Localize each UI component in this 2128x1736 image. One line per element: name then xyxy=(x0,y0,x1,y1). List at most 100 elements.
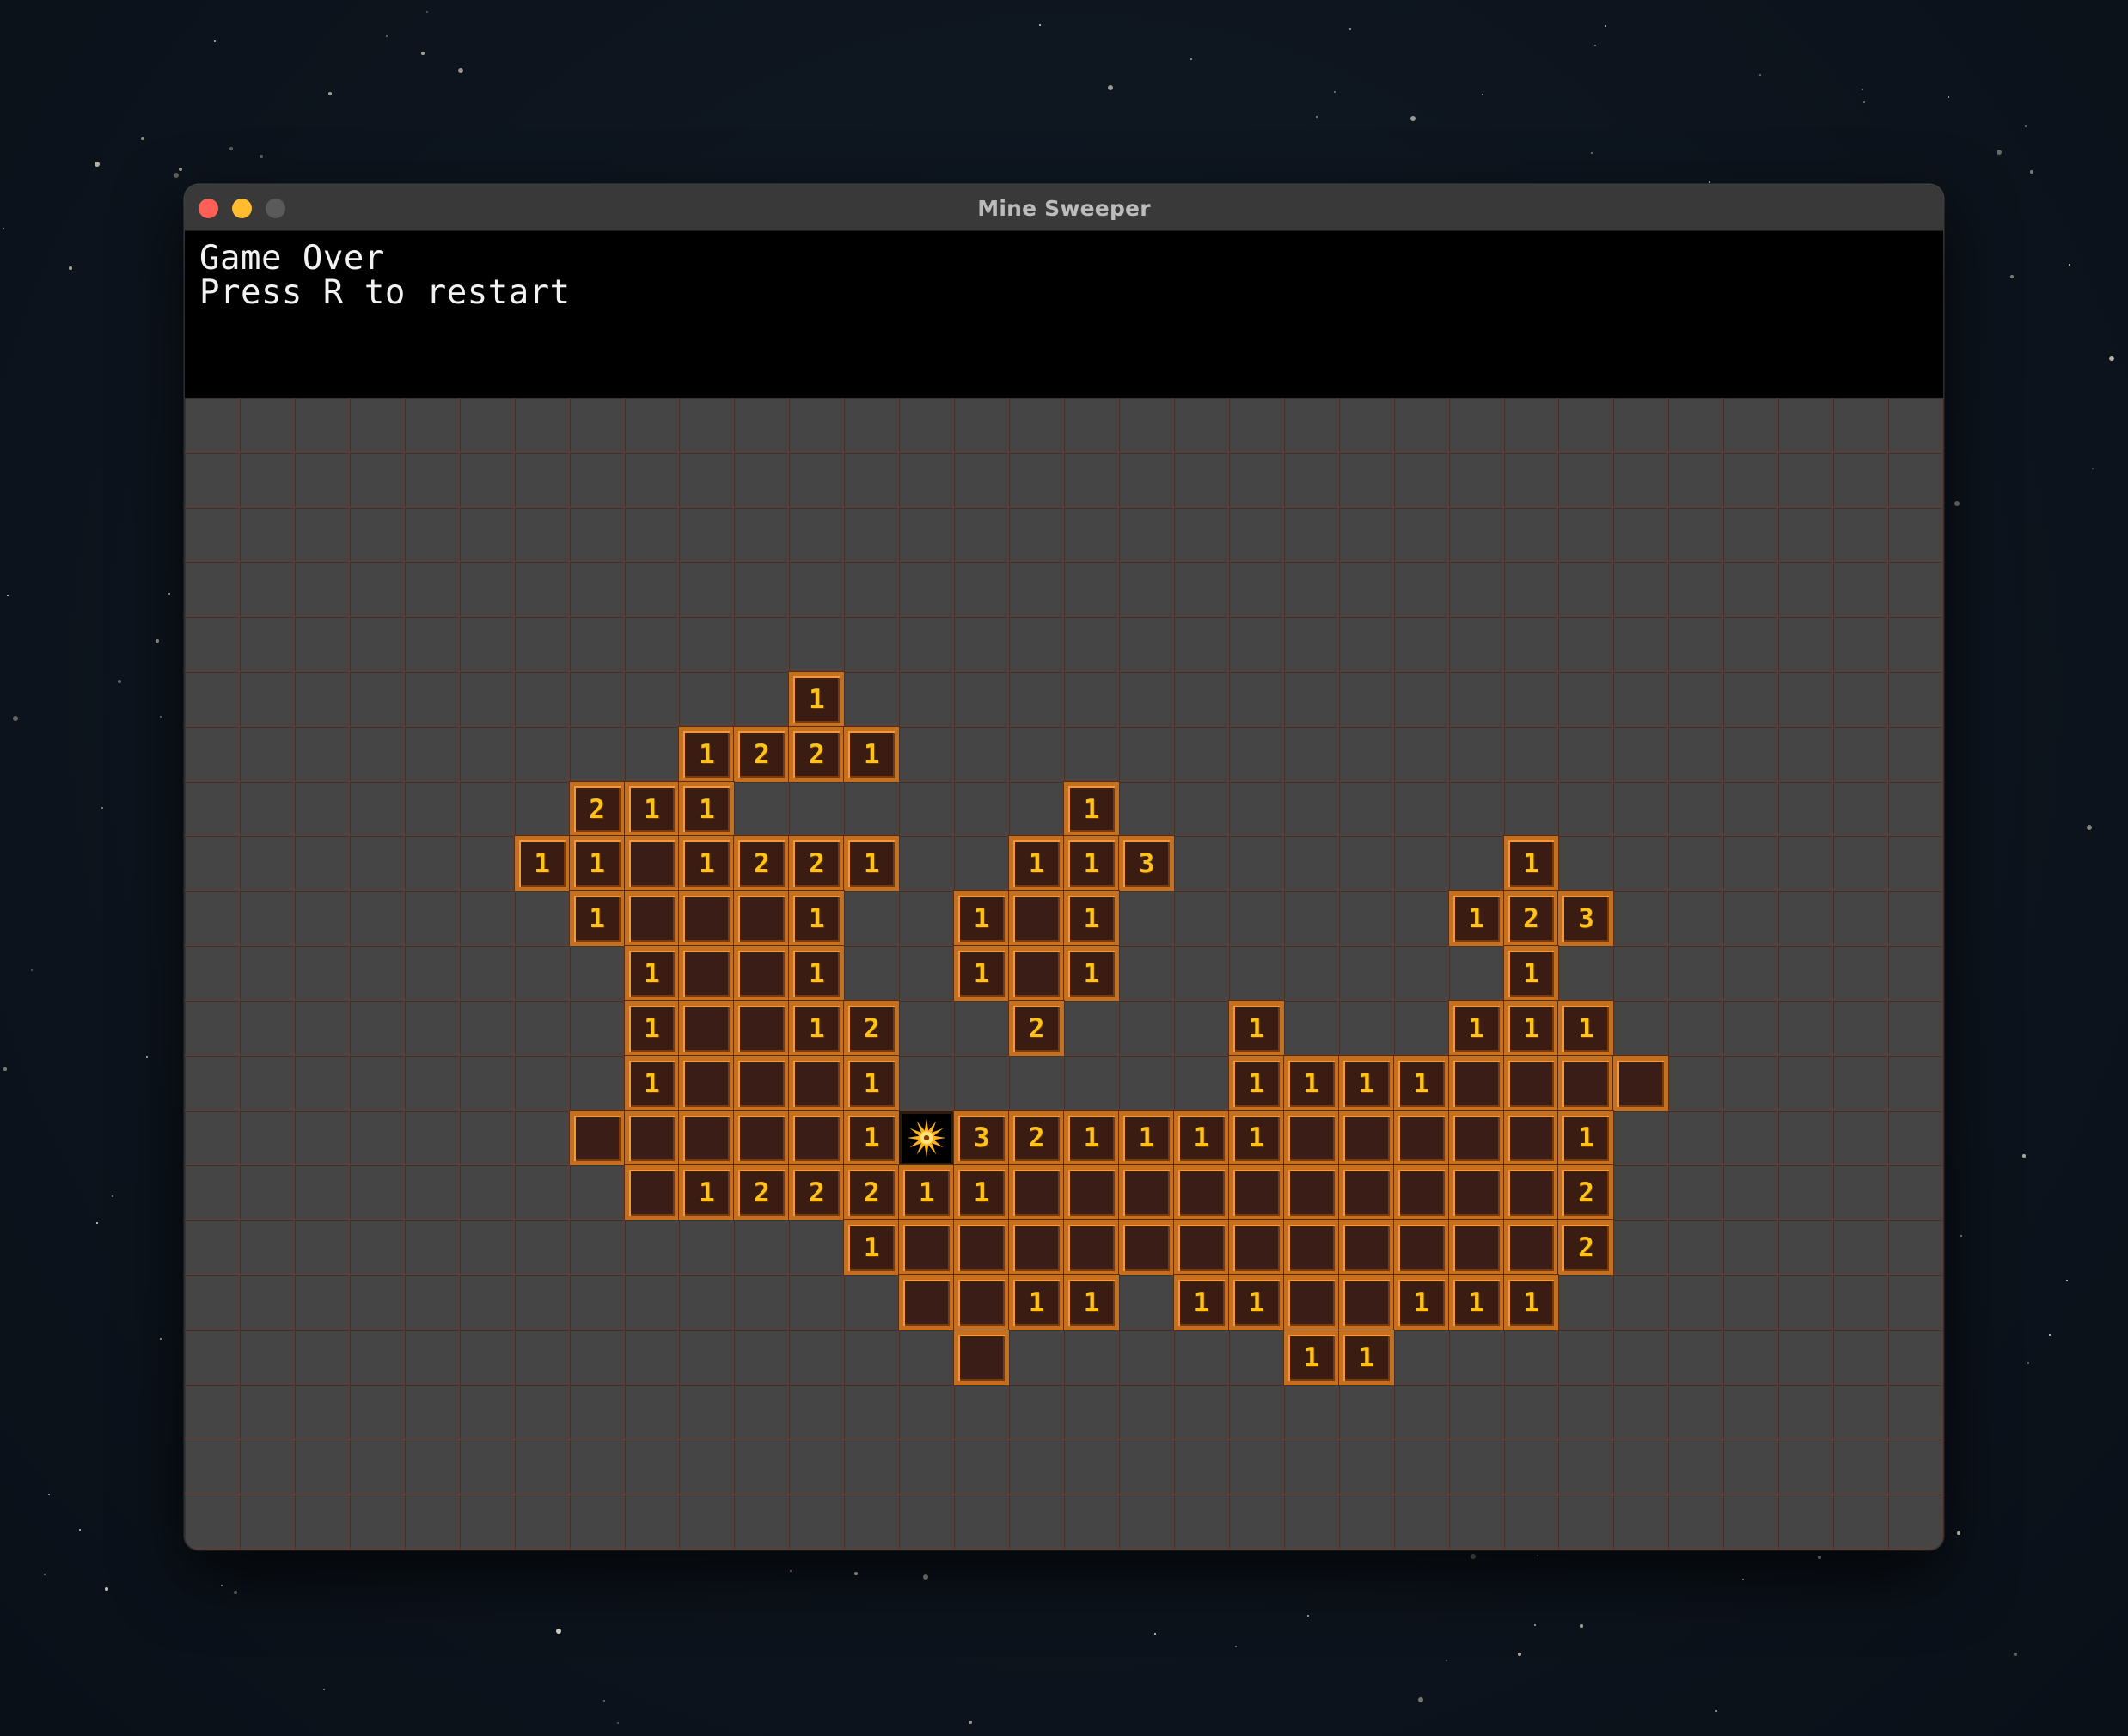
revealed-number-cell[interactable]: 1 xyxy=(1503,1274,1559,1330)
hidden-cell[interactable] xyxy=(1393,452,1449,508)
hidden-cell[interactable] xyxy=(1503,1440,1559,1495)
hidden-cell[interactable] xyxy=(1283,398,1339,453)
hidden-cell[interactable] xyxy=(349,1385,405,1440)
revealed-empty-cell[interactable] xyxy=(1338,1274,1394,1330)
revealed-number-cell[interactable]: 2 xyxy=(789,726,845,782)
revealed-number-cell[interactable]: 1 xyxy=(789,1000,845,1056)
revealed-number-cell[interactable]: 1 xyxy=(1228,1110,1284,1166)
hidden-cell[interactable] xyxy=(1503,398,1559,453)
revealed-empty-cell[interactable] xyxy=(899,1220,955,1275)
hidden-cell[interactable] xyxy=(1613,452,1669,508)
hidden-cell[interactable] xyxy=(1064,452,1119,508)
hidden-cell[interactable] xyxy=(1009,1055,1064,1111)
hidden-cell[interactable] xyxy=(569,507,625,563)
hidden-cell[interactable] xyxy=(1668,1440,1724,1495)
hidden-cell[interactable] xyxy=(1064,398,1119,453)
hidden-cell[interactable] xyxy=(1723,781,1779,837)
hidden-cell[interactable] xyxy=(954,1385,1010,1440)
hidden-cell[interactable] xyxy=(514,1495,570,1550)
revealed-empty-cell[interactable] xyxy=(1173,1165,1229,1221)
revealed-number-cell[interactable]: 1 xyxy=(1558,1000,1614,1056)
revealed-empty-cell[interactable] xyxy=(1283,1165,1339,1221)
hidden-cell[interactable] xyxy=(899,781,955,837)
revealed-number-cell[interactable]: 2 xyxy=(569,781,625,837)
hidden-cell[interactable] xyxy=(1503,781,1559,837)
hidden-cell[interactable] xyxy=(1338,452,1394,508)
hidden-cell[interactable] xyxy=(1009,1385,1064,1440)
hidden-cell[interactable] xyxy=(1668,1165,1724,1221)
revealed-empty-cell[interactable] xyxy=(1338,1220,1394,1275)
revealed-number-cell[interactable]: 1 xyxy=(1283,1330,1339,1385)
hidden-cell[interactable] xyxy=(1888,946,1943,1001)
hidden-cell[interactable] xyxy=(1668,1055,1724,1111)
revealed-number-cell[interactable]: 1 xyxy=(1338,1330,1394,1385)
hidden-cell[interactable] xyxy=(1888,1220,1943,1275)
hidden-cell[interactable] xyxy=(899,946,955,1001)
hidden-cell[interactable] xyxy=(1558,562,1614,618)
hidden-cell[interactable] xyxy=(1228,1330,1284,1385)
hidden-cell[interactable] xyxy=(404,781,460,837)
hidden-cell[interactable] xyxy=(1338,726,1394,782)
hidden-cell[interactable] xyxy=(1448,617,1504,673)
hidden-cell[interactable] xyxy=(514,1000,570,1056)
hidden-cell[interactable] xyxy=(1448,1330,1504,1385)
hidden-cell[interactable] xyxy=(185,1110,240,1166)
revealed-empty-cell[interactable] xyxy=(734,946,790,1001)
hidden-cell[interactable] xyxy=(1228,398,1284,453)
hidden-cell[interactable] xyxy=(1448,1385,1504,1440)
hidden-cell[interactable] xyxy=(1173,452,1229,508)
revealed-empty-cell[interactable] xyxy=(789,1110,845,1166)
hidden-cell[interactable] xyxy=(1668,1385,1724,1440)
hidden-cell[interactable] xyxy=(1118,1495,1174,1550)
hidden-cell[interactable] xyxy=(1833,672,1889,727)
hidden-cell[interactable] xyxy=(1393,781,1449,837)
hidden-cell[interactable] xyxy=(349,562,405,618)
hidden-cell[interactable] xyxy=(514,781,570,837)
hidden-cell[interactable] xyxy=(239,452,295,508)
hidden-cell[interactable] xyxy=(1283,1000,1339,1056)
hidden-cell[interactable] xyxy=(1448,726,1504,782)
hidden-cell[interactable] xyxy=(1613,1165,1669,1221)
hidden-cell[interactable] xyxy=(1668,836,1724,892)
hidden-cell[interactable] xyxy=(1833,726,1889,782)
hidden-cell[interactable] xyxy=(1228,617,1284,673)
hidden-cell[interactable] xyxy=(1064,1440,1119,1495)
hidden-cell[interactable] xyxy=(1668,672,1724,727)
hidden-cell[interactable] xyxy=(1173,946,1229,1001)
hidden-cell[interactable] xyxy=(1173,836,1229,892)
hidden-cell[interactable] xyxy=(954,562,1010,618)
hidden-cell[interactable] xyxy=(1613,1385,1669,1440)
hidden-cell[interactable] xyxy=(954,781,1010,837)
hidden-cell[interactable] xyxy=(899,726,955,782)
hidden-cell[interactable] xyxy=(1118,891,1174,947)
hidden-cell[interactable] xyxy=(404,891,460,947)
hidden-cell[interactable] xyxy=(624,1330,680,1385)
revealed-number-cell[interactable]: 1 xyxy=(1503,946,1559,1001)
hidden-cell[interactable] xyxy=(1888,1385,1943,1440)
revealed-number-cell[interactable]: 1 xyxy=(624,1000,680,1056)
revealed-number-cell[interactable]: 1 xyxy=(1009,836,1064,892)
revealed-empty-cell[interactable] xyxy=(734,1110,790,1166)
hidden-cell[interactable] xyxy=(1228,452,1284,508)
hidden-cell[interactable] xyxy=(404,1495,460,1550)
hidden-cell[interactable] xyxy=(1888,562,1943,618)
hidden-cell[interactable] xyxy=(349,1274,405,1330)
hidden-cell[interactable] xyxy=(1778,617,1834,673)
revealed-number-cell[interactable]: 1 xyxy=(1448,891,1504,947)
hidden-cell[interactable] xyxy=(899,562,955,618)
hidden-cell[interactable] xyxy=(1118,1385,1174,1440)
hidden-cell[interactable] xyxy=(1503,1385,1559,1440)
hidden-cell[interactable] xyxy=(459,946,515,1001)
hidden-cell[interactable] xyxy=(294,1330,350,1385)
hidden-cell[interactable] xyxy=(404,398,460,453)
revealed-number-cell[interactable]: 1 xyxy=(1393,1055,1449,1111)
hidden-cell[interactable] xyxy=(294,1000,350,1056)
hidden-cell[interactable] xyxy=(1723,672,1779,727)
hidden-cell[interactable] xyxy=(734,452,790,508)
hidden-cell[interactable] xyxy=(1173,1385,1229,1440)
hidden-cell[interactable] xyxy=(1833,1000,1889,1056)
hidden-cell[interactable] xyxy=(1503,1495,1559,1550)
hidden-cell[interactable] xyxy=(899,836,955,892)
hidden-cell[interactable] xyxy=(1833,1055,1889,1111)
hidden-cell[interactable] xyxy=(185,781,240,837)
